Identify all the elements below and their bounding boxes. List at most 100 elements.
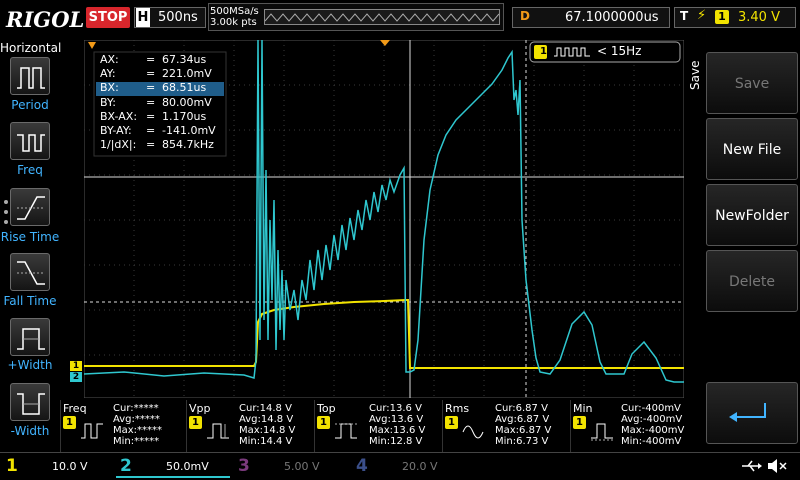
cursor-label: AX:	[100, 53, 119, 66]
period-label: Period	[11, 98, 49, 112]
freq-measure-icon	[81, 423, 103, 439]
period-icon	[17, 67, 45, 89]
cursor-readout-equals: = = = = = = =	[146, 53, 156, 152]
cursor-label: BY:	[100, 95, 116, 109]
new-folder-button[interactable]: NewFolder	[706, 184, 798, 246]
trigger-edge-icon: ⚡	[697, 8, 707, 23]
new-file-button[interactable]: New File	[706, 118, 798, 180]
cursor-label: AY:	[100, 67, 116, 81]
stat-cur: Cur:*****	[113, 403, 159, 414]
memory-waveform-icon	[265, 13, 499, 22]
channel-1-tab[interactable]: 1 10.0 V	[2, 455, 116, 478]
measurement-channel: 1	[63, 416, 76, 429]
freq-label: Freq	[17, 163, 43, 177]
stat-avg: Avg:14.8 V	[239, 414, 294, 425]
timebase-value: 500ns	[158, 10, 198, 25]
freq-counter-channel: 1	[540, 46, 547, 57]
measurement-name: Min	[573, 402, 593, 415]
min-measure-icon	[591, 423, 613, 441]
rise-time-button[interactable]	[10, 188, 50, 226]
save-button[interactable]: Save	[706, 52, 798, 114]
negative-width-button[interactable]	[10, 383, 50, 421]
stat-cur: Cur:13.6 V	[369, 403, 422, 414]
positive-width-icon	[17, 328, 45, 350]
ch1-ground-marker[interactable]: 1	[70, 361, 82, 371]
stat-min: Min:6.73 V	[495, 436, 549, 447]
run-stop-indicator[interactable]: STOP	[86, 7, 130, 28]
measure-category-title: Horizontal	[0, 41, 62, 55]
measurement-channel: 1	[573, 416, 586, 429]
brand-logo: RIGOL	[6, 7, 85, 32]
measurement-min[interactable]: Min 1 Cur:-400mV Avg:-400mV Max:-400mV M…	[570, 400, 694, 452]
stat-min: Min:12.8 V	[369, 436, 423, 447]
channel-scale: 20.0 V	[402, 460, 438, 473]
scroll-dot	[4, 210, 8, 214]
measurement-name: Rms	[445, 402, 470, 415]
measurement-rms[interactable]: Rms 1 Cur:6.87 V Avg:6.87 V Max:6.87 V M…	[442, 400, 570, 452]
cursor-value: 67.34us	[162, 53, 207, 66]
rms-measure-icon	[462, 425, 484, 439]
delete-button[interactable]: Delete	[706, 250, 798, 312]
channel-2-tab[interactable]: 2 50.0mV	[116, 455, 230, 478]
memory-position-bar[interactable]	[264, 9, 500, 25]
channel-number: 2	[120, 456, 132, 476]
channel-scale: 10.0 V	[52, 460, 88, 473]
stat-cur: Cur:14.8 V	[239, 403, 292, 414]
rise-time-label: Rise Time	[0, 230, 60, 244]
trigger-letter: T	[680, 9, 689, 23]
fall-time-button[interactable]	[10, 253, 50, 291]
measurement-freq[interactable]: Freq 1 Cur:***** Avg:***** Max:***** Min…	[60, 400, 186, 452]
stat-avg: Avg:-400mV	[621, 414, 683, 425]
vpp-measure-icon	[207, 423, 229, 439]
cursor-value: 221.0mV	[162, 67, 212, 81]
negative-width-icon	[17, 393, 45, 415]
measurement-name: Freq	[63, 402, 87, 415]
measurement-vpp[interactable]: Vpp 1 Cur:14.8 V Avg:14.8 V Max:14.8 V M…	[186, 400, 314, 452]
trigger-delay-letter: D	[520, 9, 530, 23]
measurement-stats: Cur:6.87 V Avg:6.87 V Max:6.87 V Min:6.7…	[495, 403, 551, 447]
freq-icon	[17, 134, 45, 152]
cursor-value: 68.51us	[162, 81, 207, 95]
cursor-value: 854.7kHz	[162, 138, 214, 152]
stat-max: Max:14.8 V	[239, 425, 296, 436]
stat-avg: Avg:*****	[113, 414, 160, 425]
channel-4-tab[interactable]: 4 20.0 V	[352, 455, 466, 478]
ch2-ground-marker[interactable]: 2	[70, 372, 82, 382]
channel-number: 3	[238, 456, 250, 476]
measurement-stats: Cur:14.8 V Avg:14.8 V Max:14.8 V Min:14.…	[239, 403, 295, 447]
stat-max: Max:*****	[113, 425, 163, 436]
freq-button[interactable]	[10, 122, 50, 160]
measurement-name: Vpp	[189, 402, 211, 415]
positive-width-button[interactable]	[10, 318, 50, 356]
measurement-channel: 1	[189, 416, 202, 429]
save-menu-title: Save	[688, 60, 702, 90]
cursor-label: BY-AY:	[100, 124, 132, 138]
stat-cur: Cur:-400mV	[621, 403, 681, 414]
fall-time-icon	[17, 261, 45, 285]
cursor-readout-labels: AX: AY: BX: BY: BX-AX: BY-AY: 1/|dX|:	[100, 53, 137, 152]
timebase-letter: H	[136, 8, 150, 27]
memory-depth: 3.00k pts	[210, 17, 257, 28]
measurement-top[interactable]: Top 1 Cur:13.6 V Avg:13.6 V Max:13.6 V M…	[314, 400, 442, 452]
stat-min: Min:*****	[113, 436, 160, 447]
return-arrow-icon	[729, 403, 766, 422]
cursor-label: BX:	[100, 81, 119, 95]
trigger-source-badge: 1	[715, 10, 729, 24]
channel-scale: 5.00 V	[284, 460, 320, 473]
rise-time-icon	[17, 196, 45, 220]
stat-max: Max:-400mV	[621, 425, 685, 436]
stat-min: Min:14.4 V	[239, 436, 293, 447]
channel-scale: 50.0mV	[166, 460, 209, 473]
trigger-delay-value: 67.1000000us	[565, 10, 659, 25]
channel-3-tab[interactable]: 3 5.00 V	[234, 455, 348, 478]
measurement-name: Top	[317, 402, 336, 415]
channel-number: 4	[356, 456, 368, 476]
period-button[interactable]	[10, 57, 50, 95]
cursor-label: BX-AX:	[100, 109, 138, 123]
cursor-readout-values: 67.34us 221.0mV 68.51us 80.00mV 1.170us …	[162, 53, 216, 152]
back-button[interactable]	[706, 382, 798, 444]
measurement-stats: Cur:***** Avg:***** Max:***** Min:*****	[113, 403, 162, 447]
measurement-stats: Cur:13.6 V Avg:13.6 V Max:13.6 V Min:12.…	[369, 403, 425, 447]
speaker-icon[interactable]	[766, 457, 788, 475]
measurement-stats: Cur:-400mV Avg:-400mV Max:-400mV Min:-40…	[621, 403, 684, 447]
